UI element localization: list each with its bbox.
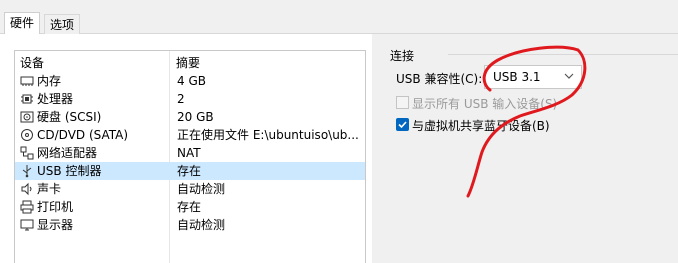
usb-icon <box>20 164 34 178</box>
monitor-icon <box>20 218 34 232</box>
device-summary: 2 <box>177 92 185 106</box>
memory-icon <box>20 74 34 88</box>
device-cell: 打印机 <box>20 198 73 216</box>
device-summary: 自动检测 <box>177 182 226 196</box>
device-name: 声卡 <box>37 182 62 196</box>
device-name: 打印机 <box>37 200 74 214</box>
device-row[interactable]: 声卡 自动检测 <box>15 180 365 198</box>
show-all-usb-checkbox[interactable] <box>396 96 409 109</box>
device-name: 内存 <box>37 74 62 88</box>
device-row[interactable]: 处理器 2 <box>15 90 365 108</box>
device-name: 网络适配器 <box>37 146 98 160</box>
device-summary: 20 GB <box>177 110 214 124</box>
device-summary: 存在 <box>177 200 202 214</box>
device-cell: 处理器 <box>20 90 73 108</box>
chevron-down-icon <box>564 69 574 86</box>
checkmark-icon <box>398 121 407 129</box>
device-summary: 存在 <box>177 164 202 178</box>
cpu-icon <box>20 92 34 106</box>
tab-options[interactable]: 选项 <box>44 14 81 34</box>
device-name: CD/DVD (SATA) <box>37 128 129 142</box>
tab-strip: 硬件 选项 <box>0 0 678 34</box>
device-name: USB 控制器 <box>37 164 102 178</box>
device-row[interactable]: USB 控制器 存在 <box>15 162 365 180</box>
device-row[interactable]: CD/DVD (SATA) 正在使用文件 E:\ubuntuiso\ub... <box>15 126 365 144</box>
device-summary: NAT <box>177 146 201 160</box>
device-name: 硬盘 (SCSI) <box>37 110 102 124</box>
device-summary: 正在使用文件 E:\ubuntuiso\ub... <box>177 128 359 142</box>
device-name: 处理器 <box>37 92 74 106</box>
speaker-icon <box>20 182 34 196</box>
show-all-usb-label: 显示所有 USB 输入设备(S) <box>412 97 558 111</box>
device-row[interactable]: 内存 4 GB <box>15 72 365 90</box>
tab-hardware[interactable]: 硬件 <box>4 12 41 34</box>
device-row[interactable]: 网络适配器 NAT <box>15 144 365 162</box>
device-cell: CD/DVD (SATA) <box>20 126 128 144</box>
device-cell: USB 控制器 <box>20 162 101 180</box>
device-cell: 内存 <box>20 72 61 90</box>
device-cell: 显示器 <box>20 216 73 234</box>
usb-compat-label: USB 兼容性(C): <box>396 72 483 86</box>
device-summary: 自动检测 <box>177 218 226 232</box>
connection-group-title: 连接 <box>390 49 415 63</box>
share-bluetooth-label: 与虚拟机共享蓝牙设备(B) <box>412 119 550 133</box>
column-header-summary[interactable]: 摘要 <box>176 54 200 71</box>
device-row[interactable]: 打印机 存在 <box>15 198 365 216</box>
column-header-device[interactable]: 设备 <box>20 54 44 71</box>
device-cell: 硬盘 (SCSI) <box>20 108 101 126</box>
group-divider <box>448 54 678 55</box>
network-adapter-icon <box>20 146 34 160</box>
device-row[interactable]: 硬盘 (SCSI) 20 GB <box>15 108 365 126</box>
device-name: 显示器 <box>37 218 74 232</box>
share-bluetooth-checkbox[interactable] <box>396 118 409 131</box>
printer-icon <box>20 200 34 214</box>
device-list-header: 设备 摘要 <box>14 51 366 71</box>
device-cell: 声卡 <box>20 180 61 198</box>
hard-disk-icon <box>20 110 34 124</box>
device-cell: 网络适配器 <box>20 144 97 162</box>
usb-compat-value: USB 3.1 <box>493 70 541 84</box>
device-row[interactable]: 显示器 自动检测 <box>15 216 365 234</box>
device-summary: 4 GB <box>177 74 206 88</box>
cd-dvd-icon <box>20 128 34 142</box>
usb-compat-dropdown[interactable]: USB 3.1 <box>484 65 582 89</box>
